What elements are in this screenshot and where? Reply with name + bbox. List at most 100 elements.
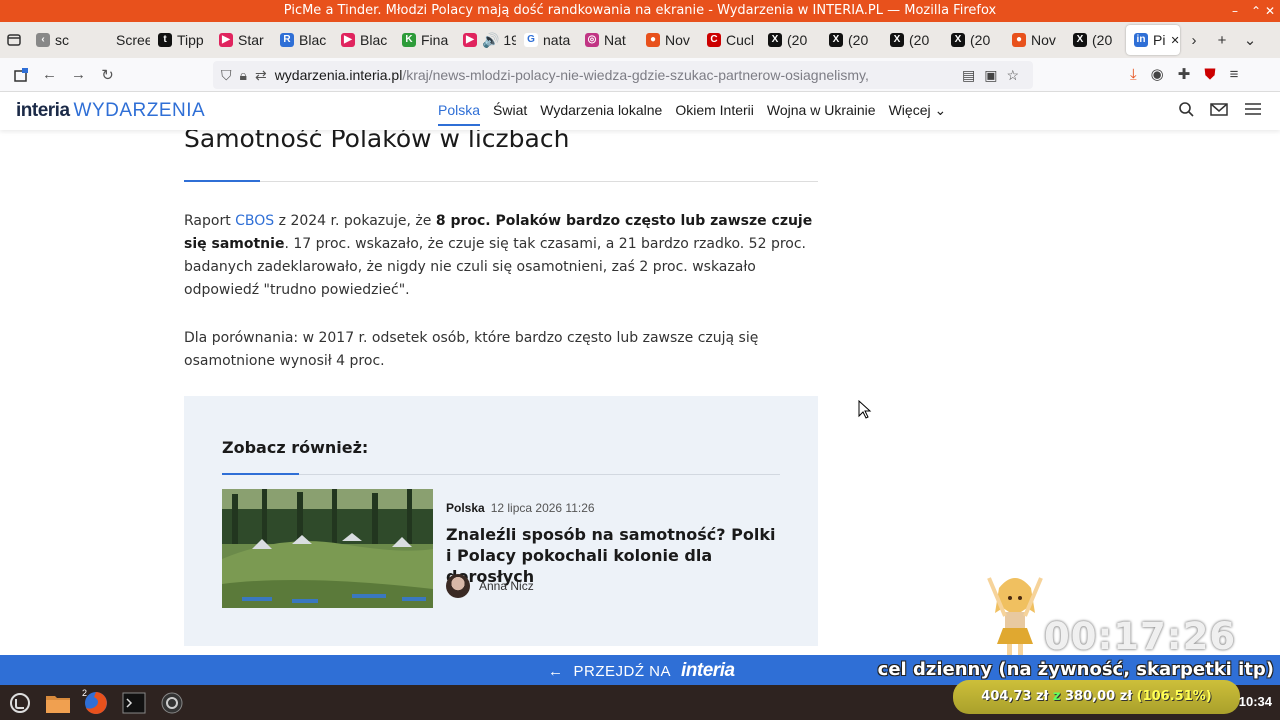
browser-tab[interactable]: X (20	[821, 25, 882, 55]
ublock-icon[interactable]: ⛊	[1204, 61, 1215, 89]
mascot-character-icon	[987, 577, 1043, 656]
minimize-button[interactable]: –	[1228, 0, 1242, 22]
bookmark-star-icon[interactable]: ☆	[1006, 61, 1019, 89]
tab-favicon-icon: ◎	[585, 33, 599, 47]
firefox-view-button[interactable]	[0, 25, 28, 55]
card-date: 12 lipca 2026 11:26	[490, 501, 595, 515]
tab-favicon-icon: ▶	[219, 33, 233, 47]
sidebar-icon[interactable]	[6, 61, 35, 89]
stream-timer: 00:17:26	[1044, 615, 1237, 658]
nav-item-okiem-interii[interactable]: Okiem Interii	[675, 102, 754, 126]
tab-favicon-icon: ●	[1012, 33, 1026, 47]
browser-tab[interactable]: ● Nov	[638, 25, 699, 55]
file-manager-icon[interactable]	[42, 688, 74, 718]
browser-tab[interactable]: ▶ Blac	[333, 25, 394, 55]
tab-label: (20	[1092, 32, 1113, 48]
firefox-taskbar-icon[interactable]: 2	[80, 688, 112, 718]
tab-label: (20	[787, 32, 808, 48]
donation-goal-label: cel dzienny (na żywność, skarpetki itp)	[877, 659, 1274, 680]
author-name: Anna Nicz	[479, 579, 534, 593]
start-menu-icon[interactable]	[4, 688, 36, 718]
new-tab-button[interactable]: +	[1208, 25, 1236, 55]
interia-logo[interactable]: interia WYDARZENIA	[16, 100, 205, 122]
browser-tab[interactable]: ● Nov	[1004, 25, 1065, 55]
downloads-icon[interactable]: ⤓	[1130, 61, 1137, 89]
forward-icon[interactable]: →	[64, 61, 93, 89]
close-window-button[interactable]: ✕	[1260, 0, 1280, 22]
tab-scroll-right-button[interactable]: ›	[1180, 25, 1208, 55]
terminal-icon[interactable]	[118, 688, 150, 718]
account-icon[interactable]: ◉	[1151, 61, 1164, 89]
search-icon[interactable]	[1178, 101, 1194, 117]
tab-close-icon[interactable]: ✕	[1170, 34, 1179, 47]
tab-list-button[interactable]: ⌄	[1236, 25, 1264, 55]
shield-icon[interactable]: ⛉	[221, 67, 232, 84]
tab-favicon-icon: t	[158, 33, 172, 47]
text-span: Raport	[184, 213, 236, 229]
tab-label: (20	[848, 32, 869, 48]
browser-tab[interactable]: X (20	[760, 25, 821, 55]
progress-target: 380,00 zł	[1065, 689, 1133, 704]
tab-favicon-icon: X	[1073, 33, 1087, 47]
mail-icon[interactable]	[1210, 101, 1228, 117]
extensions-icon[interactable]: ✚	[1178, 61, 1191, 89]
card-author[interactable]: Anna Nicz	[446, 574, 534, 598]
nav-item-wiecej-label: Więcej	[888, 102, 931, 118]
browser-tab[interactable]: C Cucl	[699, 25, 760, 55]
tab-favicon-icon: X	[768, 33, 782, 47]
nav-item-wydarzenia-lokalne[interactable]: Wydarzenia lokalne	[540, 102, 662, 126]
nav-item-swiat[interactable]: Świat	[493, 102, 527, 126]
lock-icon[interactable]: 🔒︎	[240, 67, 247, 84]
tab-strip: ‹ sc Screent Tipp ▶ Star R Blac ▶ Blac K Fina ▶ 🔊 194…	[0, 22, 1280, 58]
browser-tab[interactable]: X (20	[943, 25, 1004, 55]
browser-tab[interactable]: Screen	[89, 25, 150, 55]
obs-icon[interactable]	[156, 688, 188, 718]
section-heading: Samotność Polaków w liczbach	[184, 124, 818, 182]
url-bar[interactable]: ⛉ 🔒︎ ⇄ wydarzenia.interia.pl/kraj/news-m…	[213, 61, 1033, 89]
browser-tab[interactable]: K Fina	[394, 25, 455, 55]
tab-favicon-icon: C	[707, 33, 721, 47]
permissions-icon[interactable]: ⇄	[255, 67, 267, 84]
tab-label: Tipp	[177, 32, 204, 48]
go-to-interia[interactable]: ← PRZEJDŹ NA interia	[548, 660, 735, 682]
logo-brand: interia	[16, 100, 70, 121]
nav-item-polska[interactable]: Polska	[438, 102, 481, 126]
avatar	[446, 574, 470, 598]
tab-favicon-icon: in	[1134, 33, 1148, 47]
donation-progress-bar: 404,73 zł z 380,00 zł (106.51%)	[953, 680, 1240, 714]
browser-tab[interactable]: R Blac	[272, 25, 333, 55]
logo-section: WYDARZENIA	[73, 100, 206, 121]
navigation-toolbar: ← → ↻ ⛉ 🔒︎ ⇄ wydarzenia.interia.pl/kraj/…	[0, 58, 1280, 92]
browser-tab[interactable]: ▶ Star	[211, 25, 272, 55]
card-meta: Polska 12 lipca 2026 11:26	[446, 501, 595, 515]
tab-label: Cucl	[726, 32, 755, 48]
divider	[222, 473, 780, 475]
nav-item-wiecej[interactable]: Więcej ⌄	[889, 102, 947, 126]
site-nav: Polska Świat Wydarzenia lokalne Okiem In…	[438, 102, 946, 126]
paragraph-comparison: Dla porównania: w 2017 r. odsetek osób, …	[184, 330, 759, 369]
tab-label: Nat	[604, 32, 626, 48]
browser-tab[interactable]: t Tipp	[150, 25, 211, 55]
card-category[interactable]: Polska	[446, 501, 485, 515]
browser-tab[interactable]: ◎ Nat	[577, 25, 638, 55]
article-thumbnail[interactable]	[222, 489, 433, 608]
reload-icon[interactable]: ↻	[93, 61, 122, 89]
picture-icon[interactable]: ▣	[984, 61, 997, 89]
browser-tab[interactable]: Gnata	[516, 25, 577, 55]
browser-tab[interactable]: X (20	[882, 25, 943, 55]
progress-percent: (106.51%)	[1136, 689, 1212, 704]
tab-label: Blac	[360, 32, 388, 48]
browser-tab[interactable]: ‹ sc	[28, 25, 89, 55]
reader-view-icon[interactable]: ▤	[962, 61, 975, 89]
hamburger-menu-icon[interactable]	[1244, 101, 1262, 117]
tab-active[interactable]: in Pi ✕	[1126, 25, 1180, 55]
nav-item-wojna-w-ukrainie[interactable]: Wojna w Ukrainie	[767, 102, 876, 126]
progress-of: z	[1052, 689, 1061, 704]
browser-tab[interactable]: ▶ 🔊 194	[455, 25, 516, 55]
progress-amount: 404,73 zł	[981, 689, 1049, 704]
back-icon[interactable]: ←	[35, 61, 64, 89]
browser-tab[interactable]: X (20	[1065, 25, 1126, 55]
tab-favicon-icon: K	[402, 33, 416, 47]
cbos-link[interactable]: CBOS	[235, 213, 274, 229]
menu-icon[interactable]: ≡	[1230, 61, 1239, 89]
